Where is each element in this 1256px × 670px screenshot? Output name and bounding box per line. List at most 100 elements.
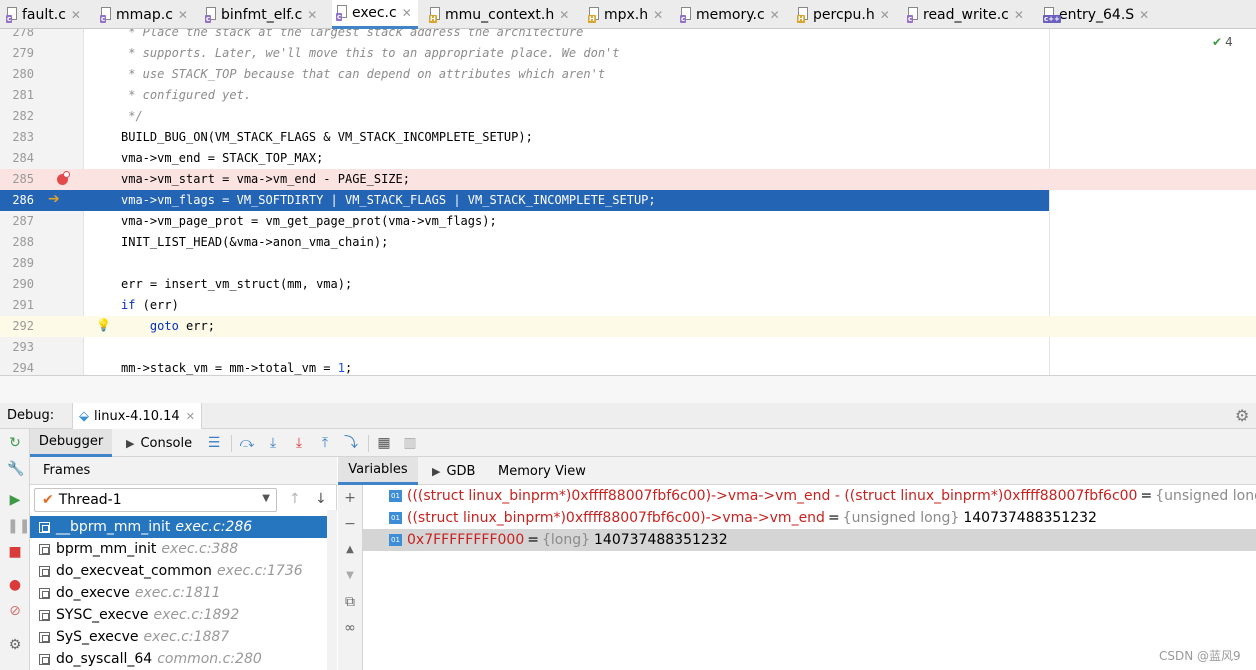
tab-read-write-c[interactable]: c read_write.c ✕ xyxy=(907,0,1030,29)
close-icon[interactable]: ✕ xyxy=(402,6,412,20)
wrench-icon[interactable]: 🔧 xyxy=(7,461,24,477)
frame-item[interactable]: do_execve exec.c:1811 xyxy=(30,582,336,604)
frames-scrollbar[interactable] xyxy=(327,510,337,670)
move-up-icon[interactable]: ▲ xyxy=(343,543,357,557)
tab-mpx-h[interactable]: Hmpx.h ✕ xyxy=(588,0,669,29)
code-line[interactable]: 281 * configured yet. xyxy=(0,85,1256,106)
code-line[interactable]: 284 vma->vm_end = STACK_TOP_MAX; xyxy=(0,148,1256,169)
line-number[interactable]: 283 xyxy=(0,127,34,148)
code-line[interactable]: 283 BUILD_BUG_ON(VM_STACK_FLAGS & VM_STAC… xyxy=(0,127,1256,148)
tab-binfmt-elf-c[interactable]: c binfmt_elf.c ✕ xyxy=(205,0,323,29)
code-line[interactable]: 293 xyxy=(0,337,1256,358)
code-line[interactable]: 289 xyxy=(0,253,1256,274)
thread-selector[interactable]: ✔ Thread-1 ▼ xyxy=(34,488,277,512)
frame-item[interactable]: do_execveat_common exec.c:1736 xyxy=(30,560,336,582)
code-line[interactable]: 280 * use STACK_TOP because that can dep… xyxy=(0,64,1256,85)
code-line[interactable]: 282 */ xyxy=(0,106,1256,127)
code-line[interactable]: 287 vma->vm_page_prot = vm_get_page_prot(… xyxy=(0,211,1256,232)
close-icon[interactable]: ✕ xyxy=(1139,8,1149,22)
line-number[interactable]: 287 xyxy=(0,211,34,232)
variable-row[interactable]: 01 ((struct linux_binprm*)0xffff88007fbf6… xyxy=(363,507,1256,529)
code-line[interactable]: 294 mm->stack_vm = mm->total_vm = 1; xyxy=(0,358,1256,375)
tab-variables[interactable]: Variables xyxy=(338,457,418,485)
line-number[interactable]: 290 xyxy=(0,274,34,295)
show-execution-point-icon[interactable]: ☰ xyxy=(206,435,222,451)
next-frame-icon[interactable]: ↓ xyxy=(315,491,327,507)
line-number[interactable]: 279 xyxy=(0,43,34,64)
line-number[interactable]: 291 xyxy=(0,295,34,316)
tab-memory-c[interactable]: c memory.c ✕ xyxy=(680,0,786,29)
evaluate-expression-icon[interactable]: ▦ xyxy=(376,435,392,451)
line-number[interactable]: 282 xyxy=(0,106,34,127)
rerun-icon[interactable]: ↻ xyxy=(7,435,23,451)
line-number[interactable]: 289 xyxy=(0,253,34,274)
tab-exec-c[interactable]: c exec.c ✕ xyxy=(332,0,418,29)
settings-icon[interactable]: ⚙ xyxy=(7,637,23,653)
frame-item[interactable]: SyS_execve exec.c:1887 xyxy=(30,626,336,648)
code-line[interactable]: 292 💡 goto err; xyxy=(0,316,1256,337)
stop-icon[interactable]: ■ xyxy=(7,544,23,560)
line-number[interactable]: 286 xyxy=(0,190,34,211)
frame-item[interactable]: bprm_mm_init exec.c:388 xyxy=(30,538,336,560)
add-watch-icon[interactable]: + xyxy=(343,491,357,505)
tab-mmu-context-h[interactable]: Hmmu_context.h ✕ xyxy=(429,0,575,29)
debug-session-tab[interactable]: ⬙ linux-4.10.14 ✕ xyxy=(72,403,202,429)
code-line[interactable]: 288 INIT_LIST_HEAD(&vma->anon_vma_chain); xyxy=(0,232,1256,253)
code-line[interactable]: 285 vma->vm_start = vma->vm_end - PAGE_SI… xyxy=(0,169,1256,190)
copy-icon[interactable]: ⧉ xyxy=(343,595,357,609)
close-icon[interactable]: ✕ xyxy=(653,8,663,22)
tab-console[interactable]: ▶ Console xyxy=(126,429,192,457)
line-number[interactable]: 280 xyxy=(0,64,34,85)
move-down-icon[interactable]: ▼ xyxy=(343,569,357,583)
code-line[interactable]: 291 if (err) xyxy=(0,295,1256,316)
step-into-icon[interactable]: ⤓ xyxy=(265,435,281,451)
view-breakpoints-icon[interactable]: ● xyxy=(7,577,23,593)
restore-layout-icon[interactable]: ▥ xyxy=(402,435,418,451)
code-line[interactable]: 279 * supports. Later, we'll move this t… xyxy=(0,43,1256,64)
editor-splitter[interactable] xyxy=(0,375,1256,403)
close-session-icon[interactable]: ✕ xyxy=(186,410,195,423)
frame-item[interactable]: __bprm_mm_init exec.c:286 xyxy=(30,516,336,538)
gear-icon[interactable]: ⚙ xyxy=(1235,406,1249,425)
tab-fault-c[interactable]: c fault.c ✕ xyxy=(6,0,87,29)
line-number[interactable]: 292 xyxy=(0,316,34,337)
step-out-icon[interactable]: ⤒ xyxy=(317,435,333,451)
close-icon[interactable]: ✕ xyxy=(1014,8,1024,22)
code-line[interactable]: 286 ➔ vma->vm_flags = VM_SOFTDIRTY | VM_ST… xyxy=(0,190,1049,211)
code-line[interactable]: 290 err = insert_vm_struct(mm, vma); xyxy=(0,274,1256,295)
tab-memory-view[interactable]: Memory View xyxy=(498,457,586,485)
close-icon[interactable]: ✕ xyxy=(178,8,188,22)
lightbulb-icon[interactable]: 💡 xyxy=(96,318,111,332)
tab-percpu-h[interactable]: Hpercpu.h ✕ xyxy=(797,0,896,29)
close-icon[interactable]: ✕ xyxy=(71,8,81,22)
close-icon[interactable]: ✕ xyxy=(559,8,569,22)
close-icon[interactable]: ✕ xyxy=(307,8,317,22)
tab-gdb[interactable]: ▶ GDB xyxy=(432,457,475,485)
breakpoint-icon[interactable] xyxy=(57,171,70,185)
code-editor[interactable]: 278 * Place the stack at the largest sta… xyxy=(0,29,1256,375)
remove-watch-icon[interactable]: − xyxy=(343,517,357,531)
run-to-cursor-icon[interactable]: ⤵ xyxy=(343,435,359,451)
variable-row[interactable]: 01 0x7FFFFFFFF000 = {long} 140737488351232 xyxy=(363,529,1256,551)
pause-icon[interactable]: ❚❚ xyxy=(7,518,30,534)
resume-icon[interactable]: ▶ xyxy=(7,492,23,508)
previous-frame-icon[interactable]: ↑ xyxy=(289,491,301,507)
frame-item[interactable]: SYSC_execve exec.c:1892 xyxy=(30,604,336,626)
frame-item[interactable]: do_syscall_64 common.c:280 xyxy=(30,648,336,670)
close-icon[interactable]: ✕ xyxy=(880,8,890,22)
code-line[interactable]: 278 * Place the stack at the largest sta… xyxy=(0,29,1256,43)
line-number[interactable]: 288 xyxy=(0,232,34,253)
mute-breakpoints-icon[interactable]: ⊘ xyxy=(7,603,23,619)
force-step-into-icon[interactable]: ⤓ xyxy=(291,435,307,451)
step-over-icon[interactable]: ⤼ xyxy=(239,435,255,451)
glasses-icon[interactable]: ∞ xyxy=(343,621,357,635)
line-number[interactable]: 278 xyxy=(0,29,34,43)
line-number[interactable]: 284 xyxy=(0,148,34,169)
line-number[interactable]: 294 xyxy=(0,358,34,375)
tab-entry-64-s[interactable]: c++ entry_64.S ✕ xyxy=(1043,0,1155,29)
line-number[interactable]: 281 xyxy=(0,85,34,106)
close-icon[interactable]: ✕ xyxy=(770,8,780,22)
line-number[interactable]: 285 xyxy=(0,169,34,190)
tab-mmap-c[interactable]: c mmap.c ✕ xyxy=(100,0,194,29)
inspection-widget[interactable]: ✔ 4 xyxy=(1212,35,1233,49)
